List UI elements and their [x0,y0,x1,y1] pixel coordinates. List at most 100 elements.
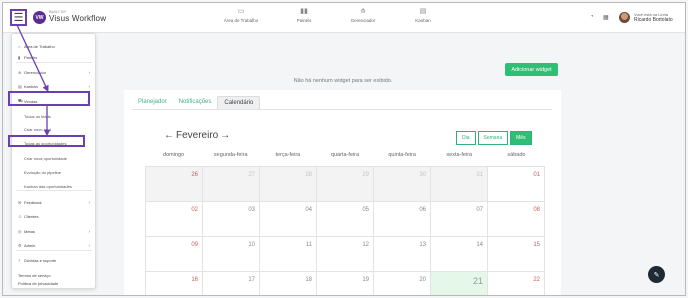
sidebar-item[interactable]: ✉ Feedback › [12,197,96,207]
calendar-day-cell[interactable]: 27 [203,167,260,202]
calendar-day-cell[interactable]: 12 [317,237,374,272]
day-number: 19 [362,277,369,283]
sidebar-item-label: Gerenciador [24,69,47,75]
notification-icon[interactable]: ◔ [590,14,594,20]
calendar-grid: domingo segunda-feira terça-feira quarta… [145,152,545,295]
view-week-button[interactable]: Semana [477,131,509,145]
day-number: 18 [305,277,312,283]
chevron-icon: › [88,228,91,234]
sidebar-item[interactable]: Todos os leads [12,111,96,121]
sidebar-item-label: Criar novo lead [24,126,52,132]
calendar-day-cell[interactable]: 28 [260,167,317,202]
calendar-day-cell[interactable]: 11 [260,237,317,272]
day-number: 07 [476,207,483,213]
month-navigator: ← Fevereiro → [164,130,230,141]
topnav-label: Kanban [415,18,431,23]
sidebar-item-label: Termos de serviço [18,272,51,278]
calendar-day-cell[interactable]: 31 [431,167,488,202]
calendar-day-cell[interactable]: 18 [260,272,317,295]
view-month-button[interactable]: Mês [510,131,532,145]
calendar-day-cell[interactable]: 02 [146,202,203,237]
day-number: 16 [191,277,198,283]
sidebar-item[interactable]: Criar novo lead [12,124,96,134]
calendar-day-cell[interactable]: 29 [317,167,374,202]
weekday-header: domingo segunda-feira terça-feira quarta… [145,152,545,166]
day-number: 13 [419,242,426,248]
calendar-day-cell[interactable]: 07 [431,202,488,237]
topnav-gerenciador[interactable]: ⋔ Gerenciador [333,7,393,23]
sidebar-item[interactable]: Criar nova oportunidade [12,153,96,163]
tab-notificacoes[interactable]: Notificações [173,96,218,109]
sidebar-item[interactable]: Política de privacidade [12,278,96,288]
calendar-day-cell[interactable]: 01 [488,167,545,202]
day-number: 28 [305,172,312,178]
sidebar-item[interactable]: ◎ Metas › [12,226,96,236]
monitor-icon: ▭ [237,8,245,15]
sidebar-item[interactable]: ⌂ Área de Trabalho [12,41,96,51]
day-number: 26 [191,172,198,178]
topnav-paineis[interactable]: ▮▮ Painéis [274,7,334,23]
sidebar-item[interactable]: ⚙ Admin › [12,240,96,250]
calendar-day-cell[interactable]: 20 [374,272,431,295]
avatar[interactable] [619,12,630,23]
day-number: 12 [362,242,369,248]
calendar-day-cell[interactable]: 09 [146,237,203,272]
day-number: 17 [248,277,255,283]
sidebar-item-label: Política de privacidade [18,280,59,286]
calendar-day-cell[interactable]: 05 [317,202,374,237]
day-number: 05 [362,207,369,213]
chevron-icon: › [88,242,91,248]
calendar-day-cell[interactable]: 14 [431,237,488,272]
chevron-icon: › [88,69,91,75]
apps-grid-icon[interactable]: ▦ [603,14,609,21]
sidebar-item[interactable]: ▤ Kanban › [12,81,96,91]
chat-fab-button[interactable]: ✎ [648,266,665,283]
arrow-left-icon[interactable]: ← [164,130,174,141]
calendar-day-cell[interactable]: 30 [374,167,431,202]
tab-calendario[interactable]: Calendário [217,96,261,109]
calendar-day-cell[interactable]: 04 [260,202,317,237]
sidebar-item[interactable]: ? Dúvidas e suporte [12,255,96,265]
user-name[interactable]: Ricardo Bortolato [634,17,673,23]
sidebar-item-label: Criar nova oportunidade [24,155,67,161]
calendar-day-cell[interactable]: 19 [317,272,374,295]
calendar-day-cell[interactable]: 16 [146,272,203,295]
sidebar-item-label: Área de Trabalho [24,43,55,49]
weekday-label: quarta-feira [330,152,360,158]
sidebar-menu: ⌂ Área de Trabalho ▮ Painéis ⋔ Gerenciador › ▤ K… [11,33,96,289]
calendar-day-cell[interactable]: 17 [203,272,260,295]
day-number: 10 [248,242,255,248]
day-number: 15 [533,242,540,248]
topnav-label: Gerenciador [350,18,376,23]
sidebar-item[interactable]: Evolução do pipeline [12,167,96,177]
hamburger-icon: ☰ [13,12,24,24]
sidebar-item-label: Admin [24,242,36,248]
calendar-day-cell[interactable]: 10 [203,237,260,272]
sidebar-item[interactable]: ⋔ Gerenciador › [12,67,96,77]
sidebar-item-label: Clientes [24,213,39,219]
tab-planejador[interactable]: Planejador [132,96,173,109]
sidebar-item[interactable]: ▮ Painéis [12,52,96,62]
calendar-day-cell[interactable]: 03 [203,202,260,237]
day-number: 14 [476,242,483,248]
sidebar-item[interactable]: ☺ Clientes [12,211,96,221]
highlight-vendas [8,91,90,106]
day-number: 09 [191,242,198,248]
calendar-day-cell[interactable]: 06 [374,202,431,237]
menu-toggle-button[interactable]: ☰ [10,9,27,26]
arrow-right-icon[interactable]: → [220,130,230,141]
view-switcher: Dia Semana Mês [454,131,532,145]
logo-icon: VW [33,11,46,24]
top-bar: ☰ VW BUILT BY Visus Workflow ▭ Área de T… [3,3,685,33]
topnav-area-trabalho[interactable]: ▭ Área de Trabalho [211,7,271,23]
calendar-day-cell[interactable]: 13 [374,237,431,272]
calendar-day-cell[interactable]: 26 [146,167,203,202]
calendar-day-cell[interactable]: 15 [488,237,545,272]
view-day-button[interactable]: Dia [456,131,476,145]
calendar-day-cell[interactable]: 08 [488,202,545,237]
logo-text: Visus Workflow [49,14,107,23]
topnav-kanban[interactable]: ▤ Kanban [393,7,453,23]
calendar-day-cell[interactable]: 21 [431,272,488,295]
calendar-day-cell[interactable]: 22 [488,272,545,295]
add-widget-button[interactable]: Adicionar widget [505,63,558,76]
